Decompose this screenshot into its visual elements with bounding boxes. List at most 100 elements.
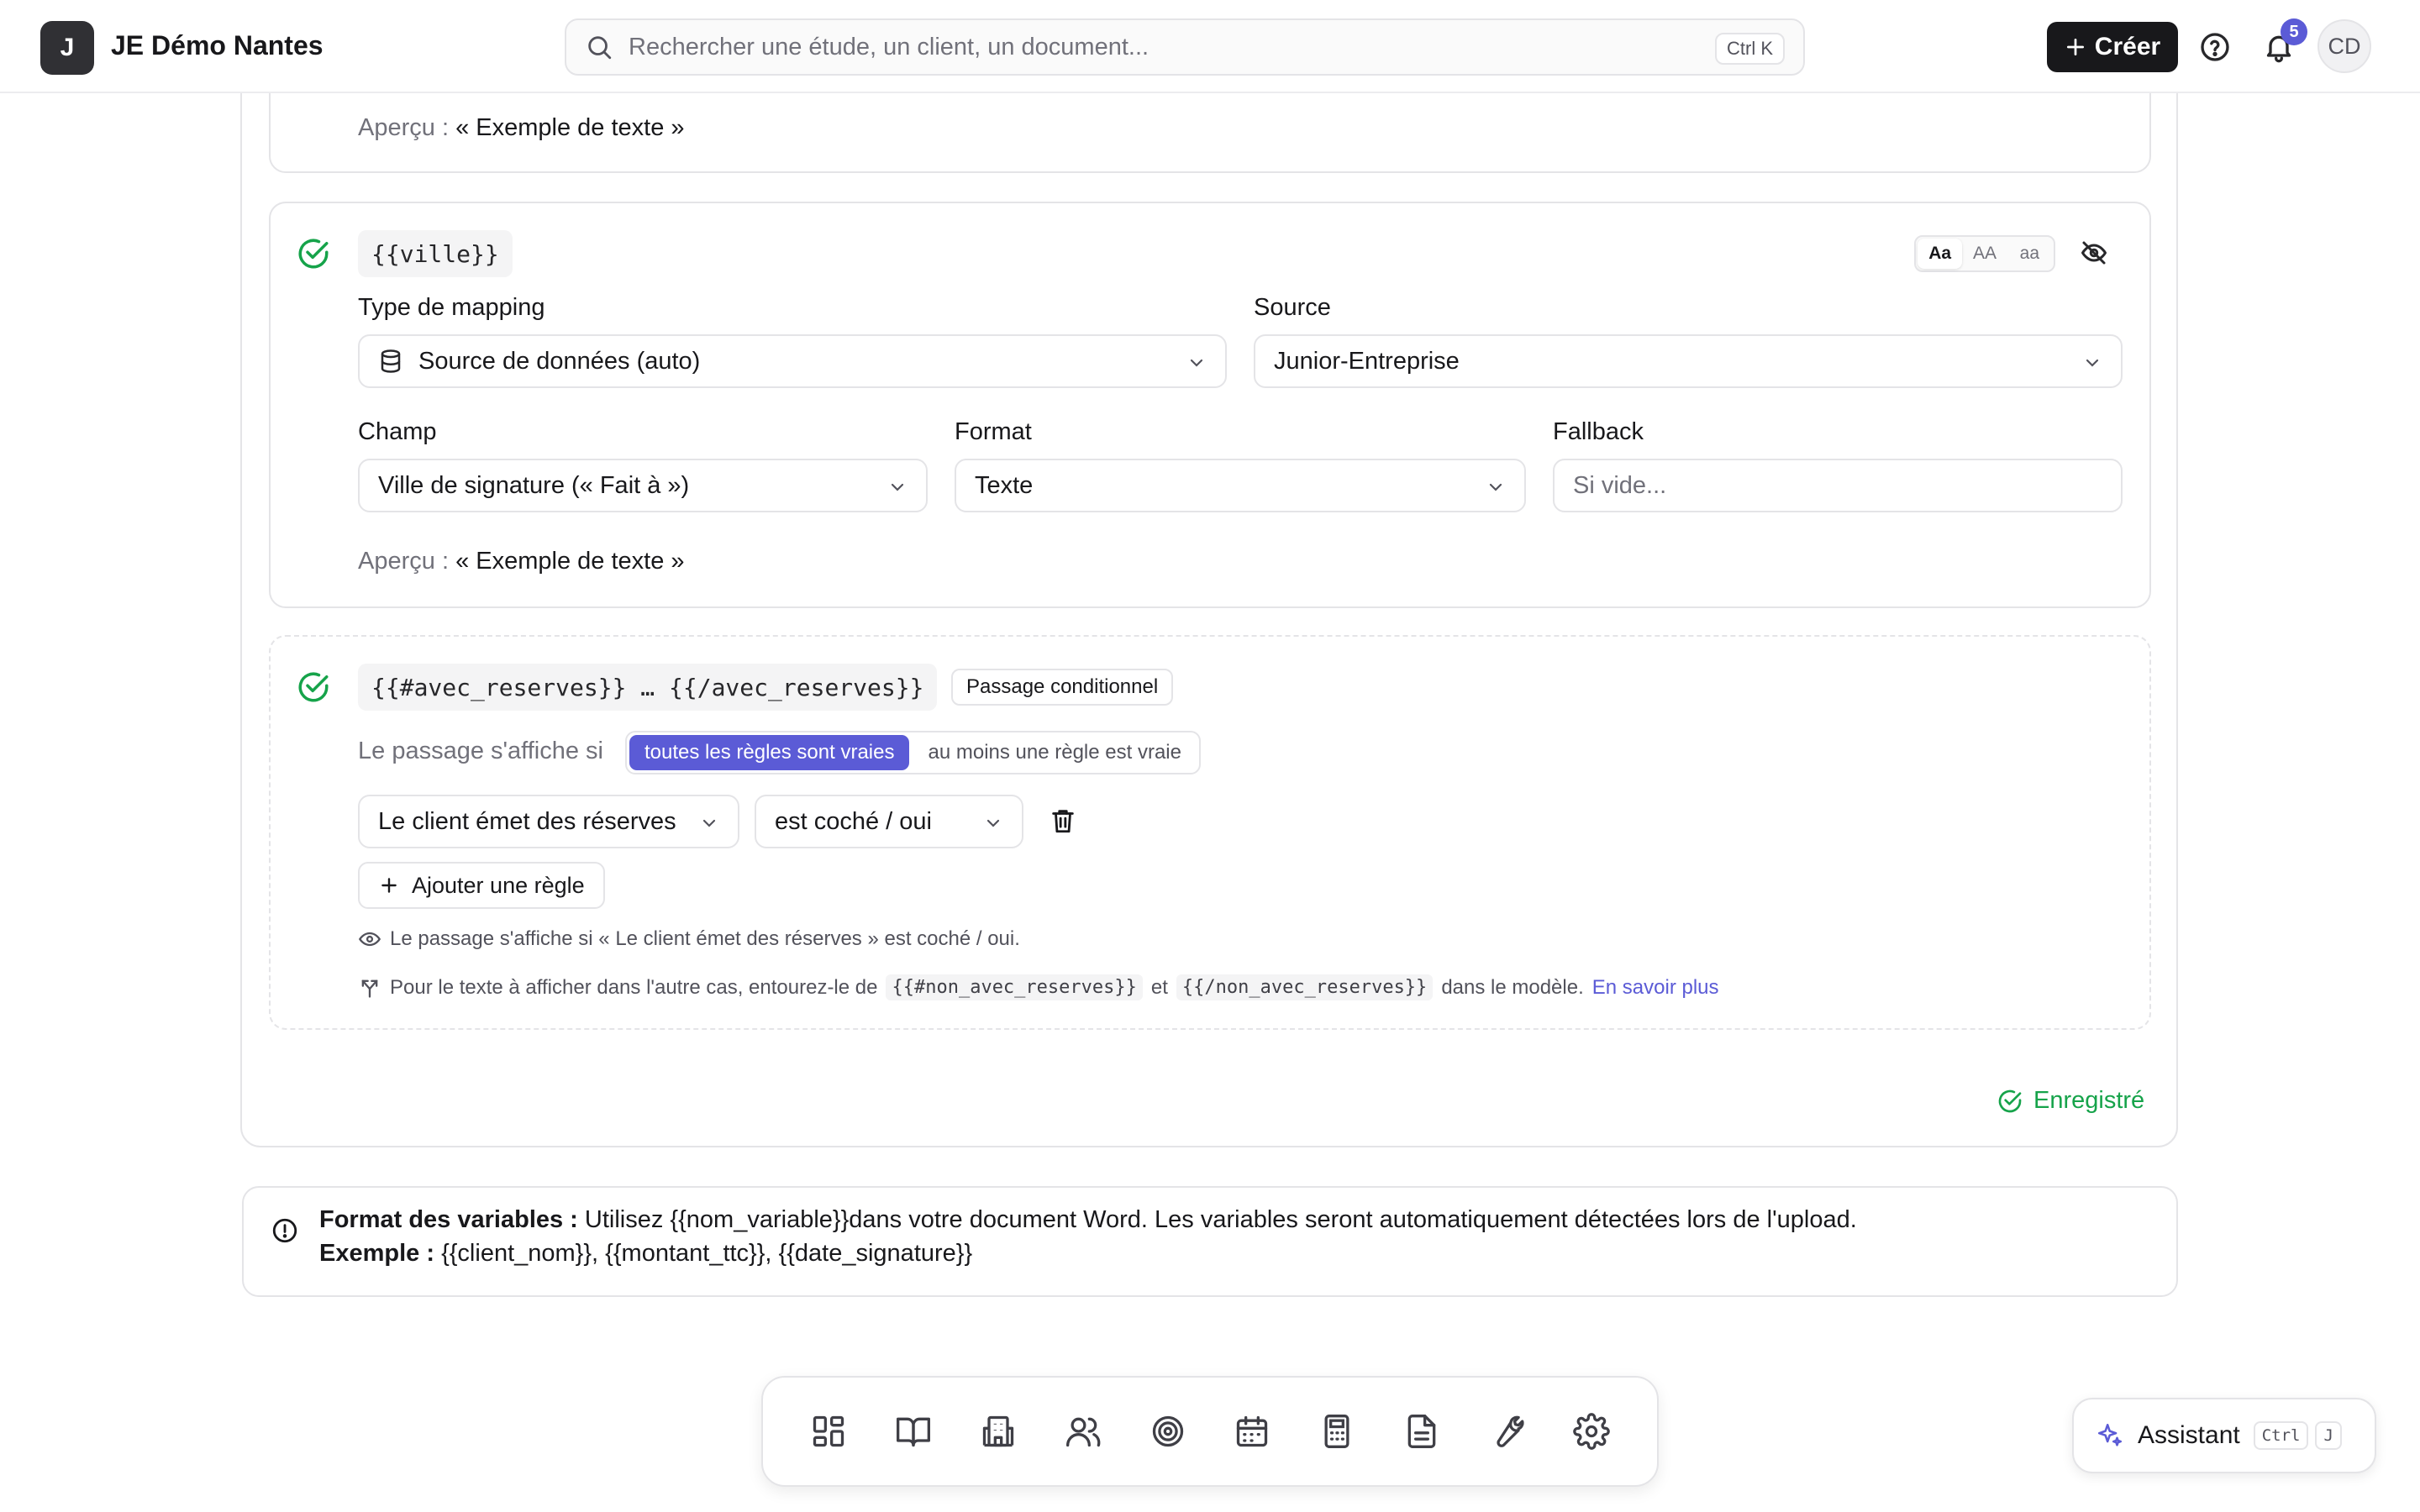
search-icon bbox=[588, 36, 612, 60]
conditional-badge: Passage conditionnel bbox=[951, 669, 1174, 706]
dock-dashboard[interactable] bbox=[798, 1401, 859, 1462]
assistant-button[interactable]: Assistant Ctrl J bbox=[2072, 1398, 2376, 1473]
format-value: Texte bbox=[975, 471, 1034, 499]
dock-book[interactable] bbox=[883, 1401, 944, 1462]
create-button[interactable]: Créer bbox=[2047, 22, 2178, 72]
search-bar[interactable]: Rechercher une étude, un client, un docu… bbox=[565, 18, 1805, 76]
else-hint: Pour le texte à afficher dans l'autre ca… bbox=[358, 974, 1719, 1000]
source-value: Junior-Entreprise bbox=[1274, 347, 1460, 375]
calculator-icon bbox=[1324, 1415, 1349, 1448]
case-toggle[interactable]: Aa AA aa bbox=[1914, 235, 2055, 272]
add-rule-button[interactable]: Ajouter une règle bbox=[358, 862, 605, 909]
info-title: Format des variables : bbox=[319, 1206, 578, 1233]
dock-tools[interactable] bbox=[1476, 1401, 1537, 1462]
check-circle-icon bbox=[298, 672, 329, 702]
chevron-down-icon bbox=[2086, 359, 2099, 367]
fallback-label: Fallback bbox=[1553, 418, 1644, 445]
save-status: Enregistré bbox=[1996, 1087, 2144, 1115]
eye-icon bbox=[358, 932, 381, 947]
document-icon bbox=[1407, 1415, 1436, 1448]
info-icon bbox=[272, 1218, 297, 1243]
source-select[interactable]: Junior-Entreprise bbox=[1254, 334, 2123, 388]
settings-icon bbox=[1572, 1413, 1610, 1450]
wrench-icon bbox=[1497, 1415, 1524, 1447]
help-icon[interactable] bbox=[2198, 30, 2232, 64]
target-icon bbox=[1152, 1415, 1183, 1447]
create-label: Créer bbox=[2094, 33, 2161, 60]
case-option-upper[interactable]: AA bbox=[1962, 239, 2007, 269]
app-name: JE Démo Nantes bbox=[111, 30, 324, 60]
else-hint-suffix: dans le modèle. bbox=[1441, 975, 1584, 999]
trash-icon[interactable] bbox=[1049, 806, 1077, 835]
top-header: J JE Démo Nantes Rechercher une étude, u… bbox=[0, 0, 2420, 93]
field-label: Champ bbox=[358, 418, 437, 445]
condition-summary-text: Le passage s'affiche si « Le client émet… bbox=[390, 927, 1020, 950]
mode-any-rule[interactable]: au moins une règle est vraie bbox=[913, 735, 1197, 770]
dock-companies[interactable] bbox=[968, 1401, 1028, 1462]
check-circle-icon bbox=[1998, 1089, 2022, 1112]
dock-calculator[interactable] bbox=[1307, 1401, 1367, 1462]
mapping-type-label: Type de mapping bbox=[358, 294, 545, 321]
fallback-placeholder: Si vide... bbox=[1573, 471, 1667, 499]
dock-users[interactable] bbox=[1053, 1401, 1113, 1462]
assistant-shortcut-ctrl: Ctrl bbox=[2253, 1421, 2309, 1450]
chevron-down-icon bbox=[986, 819, 1000, 827]
dock-target[interactable] bbox=[1138, 1401, 1198, 1462]
else-close-tag: {{/non_avec_reserves}} bbox=[1176, 974, 1434, 1000]
format-label: Format bbox=[955, 418, 1032, 445]
dashboard-icon bbox=[813, 1415, 844, 1447]
search-shortcut: Ctrl K bbox=[1715, 33, 1785, 65]
info-text: Utilisez {{nom_variable}}dans votre docu… bbox=[584, 1206, 1857, 1233]
variables-format-info: Format des variables : Utilisez {{nom_va… bbox=[242, 1186, 2178, 1297]
source-label: Source bbox=[1254, 294, 1331, 321]
preview-ville: Aperçu : « Exemple de texte » bbox=[358, 548, 685, 575]
add-rule-label: Ajouter une règle bbox=[412, 872, 585, 898]
user-avatar[interactable]: CD bbox=[2317, 19, 2371, 73]
fallback-input[interactable]: Si vide... bbox=[1553, 459, 2123, 512]
else-open-tag: {{#non_avec_reserves}} bbox=[886, 974, 1143, 1000]
info-format-line: Format des variables : Utilisez {{nom_va… bbox=[319, 1206, 1857, 1234]
logo-letter: J bbox=[60, 34, 75, 61]
assistant-label: Assistant bbox=[2138, 1421, 2240, 1449]
dock-documents[interactable] bbox=[1392, 1401, 1452, 1462]
learn-more-link[interactable]: En savoir plus bbox=[1592, 976, 1719, 1000]
notification-count-badge: 5 bbox=[2281, 18, 2307, 45]
case-option-capitalize[interactable]: Aa bbox=[1918, 239, 1963, 269]
split-icon bbox=[361, 979, 378, 998]
case-option-lower[interactable]: aa bbox=[2007, 239, 2052, 269]
calendar-icon bbox=[1237, 1415, 1268, 1447]
chevron-down-icon bbox=[702, 819, 716, 827]
rule-operator-value: est coché / oui bbox=[775, 807, 932, 835]
preview-previous: Aperçu : « Exemple de texte » bbox=[358, 114, 685, 141]
building-icon bbox=[982, 1415, 1014, 1447]
save-status-text: Enregistré bbox=[2033, 1087, 2145, 1114]
bottom-dock bbox=[761, 1376, 1659, 1487]
conditional-tag: {{#avec_reserves}} … {{/avec_reserves}} bbox=[358, 664, 938, 711]
info-example-line: Exemple : {{client_nom}}, {{montant_ttc}… bbox=[319, 1240, 972, 1268]
chevron-down-icon bbox=[891, 483, 904, 491]
else-and: et bbox=[1150, 975, 1168, 999]
rule-operator-select[interactable]: est coché / oui bbox=[755, 795, 1023, 848]
search-placeholder: Rechercher une étude, un client, un docu… bbox=[629, 33, 1150, 60]
format-select[interactable]: Texte bbox=[955, 459, 1526, 512]
condition-mode-toggle[interactable]: toutes les règles sont vraies au moins u… bbox=[625, 731, 1201, 774]
chevron-down-icon bbox=[1489, 483, 1502, 491]
mode-all-rules[interactable]: toutes les règles sont vraies bbox=[629, 735, 910, 770]
sparkle-icon bbox=[2097, 1423, 2123, 1446]
app-logo[interactable]: J bbox=[40, 21, 94, 75]
rule-field-select[interactable]: Le client émet des réserves bbox=[358, 795, 739, 848]
plus-icon bbox=[2066, 38, 2084, 56]
plus-icon bbox=[381, 878, 397, 893]
assistant-shortcut-key: J bbox=[2315, 1421, 2342, 1450]
condition-label: Le passage s'affiche si bbox=[358, 738, 603, 764]
condition-summary: Le passage s'affiche si « Le client émet… bbox=[358, 927, 1020, 951]
field-select[interactable]: Ville de signature (« Fait à ») bbox=[358, 459, 928, 512]
info-example-text: {{client_nom}}, {{montant_ttc}}, {{date_… bbox=[441, 1240, 973, 1267]
else-hint-prefix: Pour le texte à afficher dans l'autre ca… bbox=[390, 975, 878, 999]
dock-calendar[interactable] bbox=[1222, 1401, 1282, 1462]
rule-field-value: Le client émet des réserves bbox=[378, 807, 676, 835]
dock-settings[interactable] bbox=[1561, 1401, 1622, 1462]
variable-tag: {{ville}} bbox=[358, 230, 513, 277]
eye-off-icon[interactable] bbox=[2079, 238, 2109, 268]
mapping-type-select[interactable]: Source de données (auto) bbox=[358, 334, 1227, 388]
